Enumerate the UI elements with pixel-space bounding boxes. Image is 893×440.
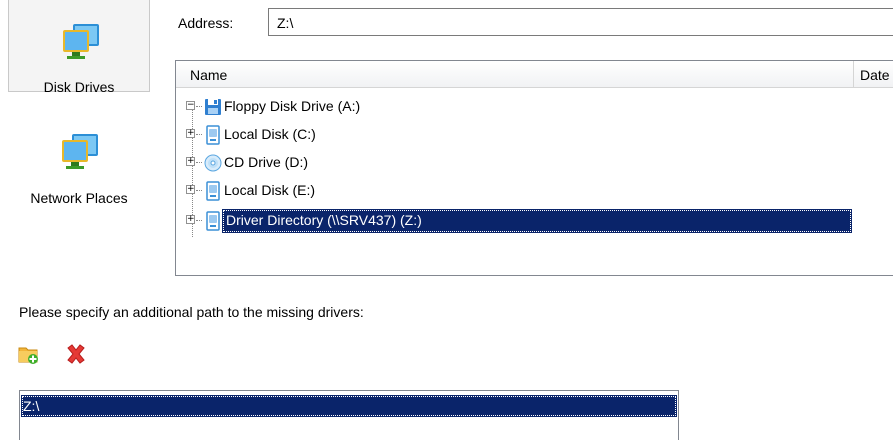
nav-item-label: Network Places: [30, 190, 128, 206]
nav-item-disk-drives[interactable]: Disk Drives: [8, 0, 150, 95]
hard-disk-icon: [206, 125, 220, 145]
expand-toggle[interactable]: +: [186, 157, 195, 166]
tree-connector: [196, 190, 202, 191]
tree-connector: [196, 106, 202, 107]
remove-path-button[interactable]: [64, 342, 88, 366]
additional-path-prompt: Please specify an additional path to the…: [19, 304, 364, 320]
delete-icon: [67, 344, 85, 364]
hard-disk-icon: [206, 181, 220, 201]
column-header-date[interactable]: Date: [860, 67, 890, 83]
column-divider[interactable]: [853, 61, 854, 87]
expand-toggle[interactable]: +: [186, 185, 195, 194]
add-path-button[interactable]: [17, 342, 41, 366]
tree-connector: [196, 134, 202, 135]
column-header-name[interactable]: Name: [190, 67, 227, 83]
collapse-toggle[interactable]: −: [186, 101, 195, 110]
monitor-icon: [63, 24, 99, 59]
tree-node-label: Local Disk (C:): [224, 126, 316, 142]
tree-node-label: Local Disk (E:): [224, 182, 316, 198]
tree-node-local-disk-e[interactable]: + Local Disk (E:): [176, 179, 876, 203]
tree-node-driver-directory-z[interactable]: + Driver Directory (\\SRV437) (Z:): [176, 209, 876, 233]
add-folder-icon: [18, 347, 38, 364]
drive-tree[interactable]: Name Date − Floppy Disk Drive (A:) + Loc…: [175, 60, 893, 276]
tree-connector: [196, 162, 202, 163]
address-input[interactable]: Z:\: [268, 8, 893, 36]
nav-item-network-places[interactable]: Network Places: [8, 110, 150, 206]
tree-node-local-disk-c[interactable]: + Local Disk (C:): [176, 123, 876, 147]
nav-item-label: Disk Drives: [43, 79, 115, 95]
list-item[interactable]: Z:\: [21, 395, 677, 417]
network-monitor-icon: [62, 134, 98, 169]
expand-toggle[interactable]: +: [186, 215, 195, 224]
tree-node-label: CD Drive (D:): [224, 154, 308, 170]
tree-node-cd-drive-d[interactable]: + CD Drive (D:): [176, 151, 876, 175]
cd-drive-icon: [204, 154, 222, 172]
floppy-disk-icon: [205, 99, 221, 115]
tree-connector: [196, 220, 202, 221]
network-drive-icon: [206, 211, 220, 231]
tree-header: Name Date: [176, 61, 893, 88]
address-label: Address:: [178, 15, 234, 31]
location-panel: Disk Drives Network Places: [6, 0, 150, 276]
additional-paths-list[interactable]: Z:\: [19, 390, 679, 440]
tree-node-label: Floppy Disk Drive (A:): [224, 98, 361, 114]
expand-toggle[interactable]: +: [186, 129, 195, 138]
tree-node-floppy[interactable]: − Floppy Disk Drive (A:): [176, 95, 876, 119]
tree-node-label: Driver Directory (\\SRV437) (Z:): [222, 209, 852, 233]
